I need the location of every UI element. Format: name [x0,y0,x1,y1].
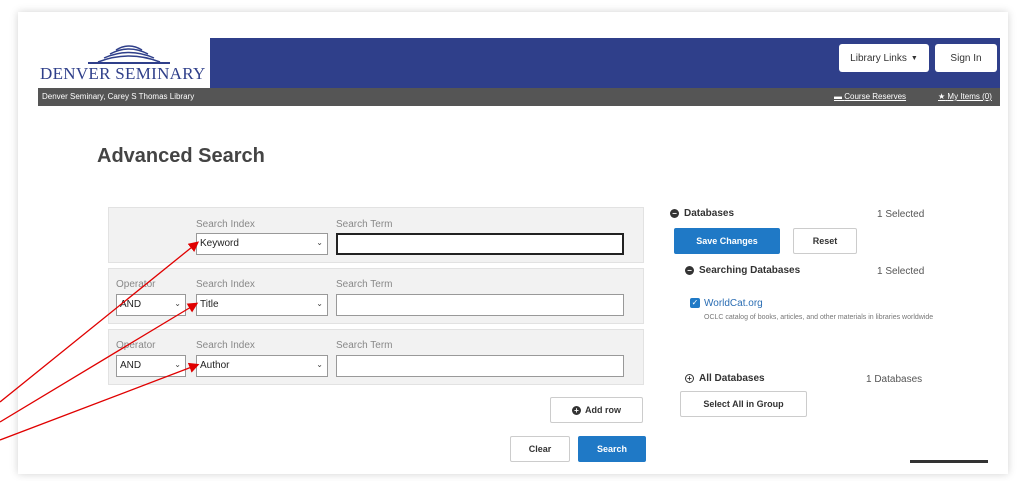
logo-text: DENVER SEMINARY [40,64,206,83]
library-links-button[interactable]: Library Links ▼ [839,44,929,72]
searching-databases-heading[interactable]: − Searching Databases [685,265,800,276]
search-index-select-2[interactable]: Title ⌄ [196,294,328,316]
search-index-label: Search Index [196,340,255,351]
search-index-select-1[interactable]: Keyword ⌄ [196,233,328,255]
operator-select-2[interactable]: AND ⌄ [116,294,186,316]
minus-circle-icon: − [670,209,679,218]
clear-button[interactable]: Clear [510,436,570,462]
plus-circle-icon: + [685,374,694,383]
databases-title: Databases [684,208,735,219]
worldcat-name[interactable]: WorldCat.org [704,298,763,309]
add-row-button[interactable]: + Add row [550,397,643,423]
star-icon: ★ [938,92,946,101]
sign-in-button[interactable]: Sign In [935,44,997,72]
add-row-label: Add row [585,405,621,415]
search-term-input-1[interactable] [336,233,624,255]
caret-down-icon: ▼ [910,54,918,62]
search-index-label: Search Index [196,279,255,290]
search-term-input-2[interactable] [336,294,624,316]
all-databases-heading[interactable]: + All Databases [685,373,765,384]
operator-label: Operator [116,340,156,351]
operator-label: Operator [116,279,156,290]
databases-selected-count: 1 Selected [877,209,925,220]
save-changes-button[interactable]: Save Changes [674,228,780,254]
check-icon: ✓ [691,298,699,307]
search-button[interactable]: Search [578,436,646,462]
search-label: Search [596,444,628,454]
searching-databases-title: Searching Databases [699,265,801,276]
chevron-down-icon: ⌄ [316,299,323,308]
search-index-value: Title [200,299,219,310]
my-items-label: My Items (0) [947,92,992,101]
minus-circle-icon: − [685,266,694,275]
clear-label: Clear [528,444,552,454]
worldcat-checkbox[interactable]: ✓ [690,298,700,308]
search-index-value: Keyword [200,238,239,249]
search-term-input-3[interactable] [336,355,624,377]
bottom-dash [910,460,988,463]
reset-label: Reset [812,236,838,246]
search-index-value: Author [200,360,230,371]
operator-select-3[interactable]: AND ⌄ [116,355,186,377]
searching-selected-count: 1 Selected [877,266,925,277]
course-reserves-link[interactable]: ▬ Course Reserves [834,92,906,101]
chevron-down-icon: ⌄ [174,299,181,308]
site-header: DENVER SEMINARY Library Links ▼ Sign In [38,38,1000,88]
search-term-label: Search Term [336,219,393,230]
course-reserves-label: Course Reserves [844,92,907,101]
reset-button[interactable]: Reset [793,228,857,254]
page-title: Advanced Search [97,145,265,167]
databases-heading[interactable]: − Databases [670,208,734,219]
chevron-down-icon: ⌄ [316,238,323,247]
library-links-label: Library Links [850,52,907,64]
select-all-in-group-button[interactable]: Select All in Group [680,391,807,417]
operator-value: AND [120,360,142,371]
course-reserves-icon: ▬ [834,92,842,101]
worldcat-description: OCLC catalog of books, articles, and oth… [704,314,934,321]
library-subheader: Denver Seminary, Carey S Thomas Library … [38,88,1000,106]
library-name: Denver Seminary, Carey S Thomas Library [42,92,195,101]
plus-circle-icon: + [572,405,581,415]
chevron-down-icon: ⌄ [316,360,323,369]
my-items-link[interactable]: ★ My Items (0) [938,92,992,101]
search-index-select-3[interactable]: Author ⌄ [196,355,328,377]
all-databases-title: All Databases [699,373,765,384]
operator-value: AND [120,299,142,310]
all-databases-count: 1 Databases [866,374,923,385]
sign-in-label: Sign In [950,52,982,64]
search-term-label: Search Term [336,340,393,351]
select-all-label: Select All in Group [703,399,784,409]
search-index-label: Search Index [196,219,255,230]
save-changes-label: Save Changes [696,236,758,246]
denver-seminary-logo[interactable]: DENVER SEMINARY [38,38,210,88]
chevron-down-icon: ⌄ [174,360,181,369]
logo-mark-icon [88,45,170,64]
search-term-label: Search Term [336,279,393,290]
